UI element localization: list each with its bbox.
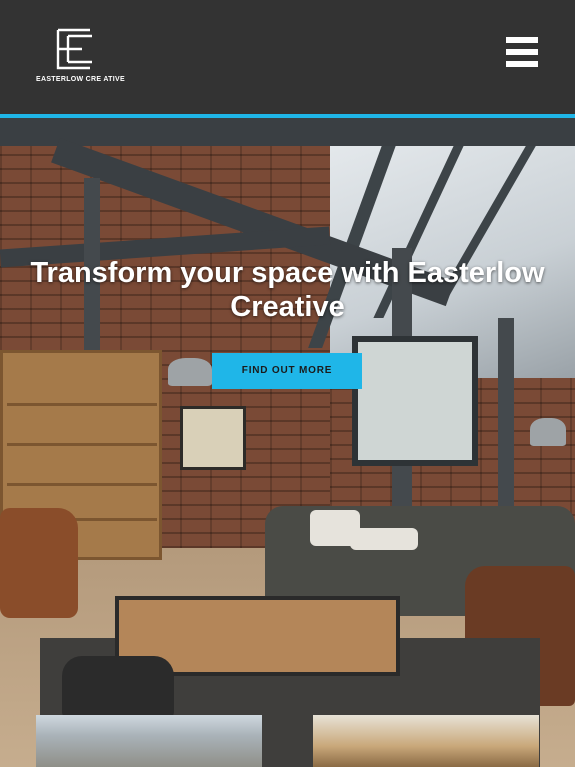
brand-logo[interactable]: EASTERLOW CRE ATIVE bbox=[30, 26, 125, 86]
hero-banner: Transform your space with Easterlow Crea… bbox=[0, 118, 575, 767]
hamburger-menu-icon[interactable] bbox=[506, 37, 538, 67]
hero-title: Transform your space with Easterlow Crea… bbox=[30, 257, 545, 323]
gallery-thumbnail[interactable] bbox=[313, 715, 539, 767]
ec-monogram-icon bbox=[56, 28, 92, 70]
site-header: EASTERLOW CRE ATIVE bbox=[0, 0, 575, 114]
find-out-more-button[interactable]: FIND OUT MORE bbox=[212, 353, 362, 389]
gallery-thumbnail[interactable] bbox=[36, 715, 262, 767]
brand-name: EASTERLOW CRE ATIVE bbox=[36, 76, 125, 83]
